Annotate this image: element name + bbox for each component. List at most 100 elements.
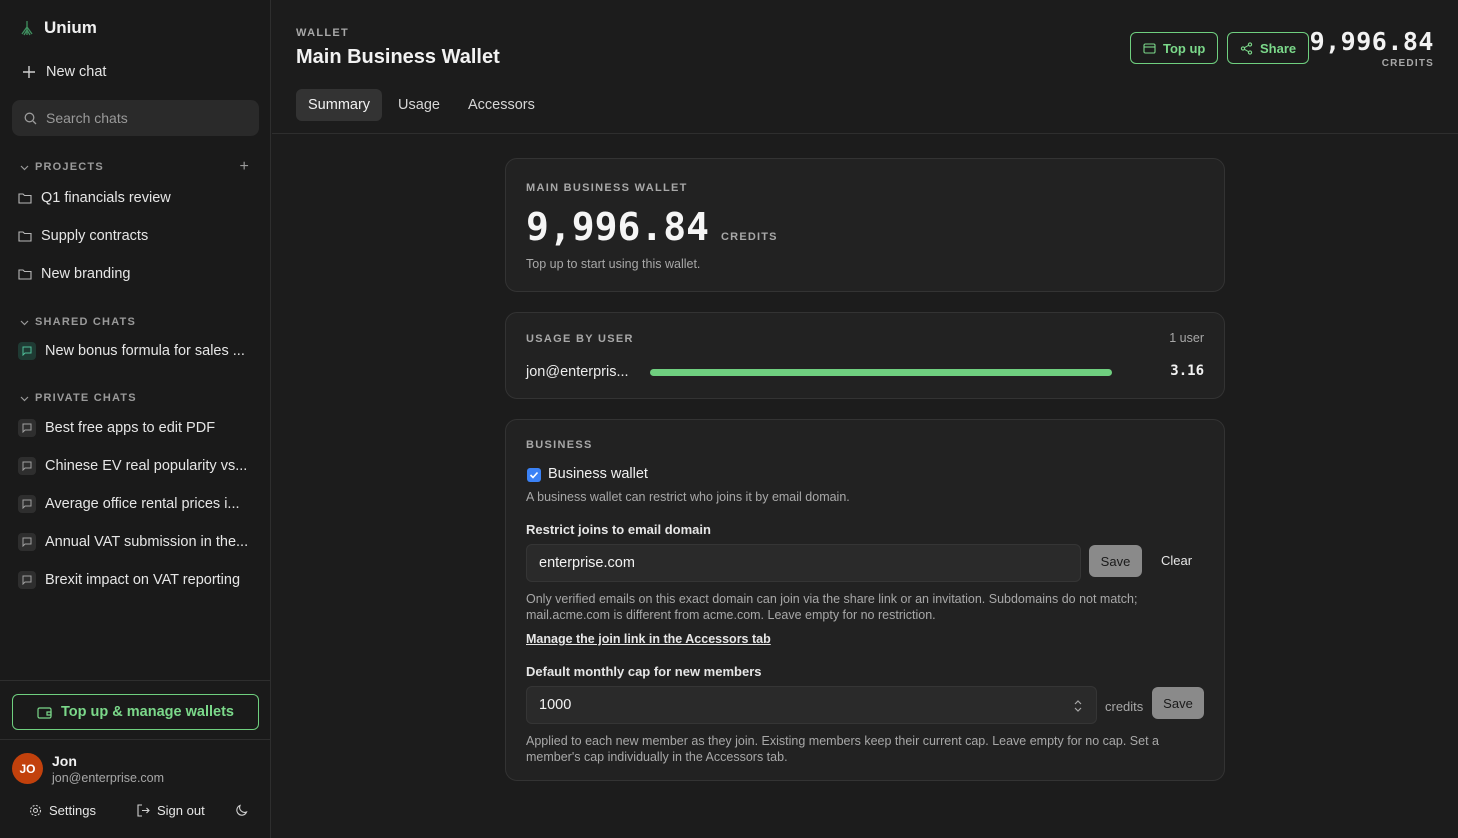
- domain-save-button[interactable]: Save: [1089, 545, 1142, 577]
- tab-usage[interactable]: Usage: [386, 89, 452, 121]
- private-chats-heading[interactable]: PRIVATE CHATS: [20, 392, 250, 404]
- share-icon: [1240, 41, 1253, 55]
- tab-bar: Summary Usage Accessors: [296, 89, 547, 121]
- theme-toggle-button[interactable]: [235, 803, 249, 817]
- wallet-icon: [1143, 42, 1156, 54]
- new-chat-button[interactable]: New chat: [22, 64, 106, 80]
- project-item[interactable]: Q1 financials review: [18, 190, 258, 206]
- balance-value: 9,996.84: [526, 205, 710, 249]
- domain-clear-button[interactable]: Clear: [1161, 553, 1192, 568]
- business-wallet-checkbox[interactable]: [527, 468, 541, 482]
- projects-heading-label: PROJECTS: [35, 161, 104, 173]
- unium-logo-icon: [21, 21, 33, 36]
- chat-bubble-icon: [18, 533, 36, 551]
- moon-icon: [236, 804, 248, 816]
- usage-user-count: 1 user: [1169, 331, 1204, 345]
- private-chat-item[interactable]: Best free apps to edit PDF: [18, 419, 258, 437]
- project-item[interactable]: Supply contracts: [18, 228, 258, 244]
- usage-bar: [650, 369, 1112, 376]
- chevron-down-icon: [20, 320, 29, 325]
- brand-name: Unium: [44, 18, 97, 37]
- settings-label: Settings: [49, 803, 96, 818]
- private-chat-item[interactable]: Average office rental prices i...: [18, 495, 258, 513]
- private-chat-item[interactable]: Brexit impact on VAT reporting: [18, 571, 258, 589]
- cap-input[interactable]: 1000: [526, 686, 1097, 724]
- private-chat-label: Annual VAT submission in the...: [45, 534, 249, 550]
- topup-manage-wallets-button[interactable]: Top up & manage wallets: [12, 694, 259, 730]
- stepper-icon[interactable]: [1074, 699, 1082, 713]
- private-chat-label: Best free apps to edit PDF: [45, 420, 216, 436]
- cap-save-button[interactable]: Save: [1152, 687, 1204, 719]
- brand[interactable]: Unium: [18, 18, 97, 38]
- usage-card-label: USAGE BY USER: [526, 333, 634, 345]
- shared-chat-item[interactable]: New bonus formula for sales ...: [18, 342, 258, 360]
- usage-bar-fill: [650, 369, 1112, 376]
- balance-card: MAIN BUSINESS WALLET 9,996.84 CREDITS To…: [505, 158, 1225, 292]
- divider: [272, 133, 1458, 134]
- project-label: Supply contracts: [41, 228, 149, 244]
- balance-display: 9,996.84 CREDITS: [526, 205, 778, 249]
- private-chat-label: Average office rental prices i...: [45, 496, 240, 512]
- wallet-icon: [37, 706, 52, 719]
- manage-join-link[interactable]: Manage the join link in the Accessors ta…: [526, 632, 771, 646]
- folder-icon: [18, 193, 32, 204]
- header-credits-value: 9,996.84: [1309, 27, 1434, 56]
- business-card: BUSINESS Business wallet A business wall…: [505, 419, 1225, 781]
- balance-unit: CREDITS: [721, 231, 778, 243]
- balance-card-label: MAIN BUSINESS WALLET: [526, 182, 688, 194]
- project-label: New branding: [41, 266, 131, 282]
- shared-chat-label: New bonus formula for sales ...: [45, 343, 245, 359]
- divider: [0, 680, 271, 681]
- header-credits: 9,996.84 CREDITS: [1310, 27, 1434, 69]
- topup-label: Top up: [1163, 40, 1206, 56]
- chat-bubble-icon: [18, 419, 36, 437]
- add-project-icon[interactable]: +: [239, 158, 250, 176]
- sidebar: Unium New chat Search chats PROJECTS + Q…: [0, 0, 271, 838]
- chevron-down-icon: [20, 396, 29, 401]
- tab-accessors[interactable]: Accessors: [456, 89, 547, 121]
- chat-bubble-icon: [18, 342, 36, 360]
- topup-manage-label: Top up & manage wallets: [61, 704, 234, 720]
- shared-chats-heading[interactable]: SHARED CHATS: [20, 316, 250, 328]
- sign-out-icon: [137, 804, 150, 817]
- sign-out-button[interactable]: Sign out: [137, 803, 205, 818]
- page-title: Main Business Wallet: [296, 46, 500, 68]
- user-email: jon@enterprise.com: [52, 771, 165, 785]
- tab-summary[interactable]: Summary: [296, 89, 383, 121]
- sign-out-label: Sign out: [157, 803, 205, 818]
- domain-help: Only verified emails on this exact domai…: [526, 592, 1138, 622]
- private-chat-label: Brexit impact on VAT reporting: [45, 572, 241, 588]
- share-label: Share: [1260, 40, 1297, 56]
- projects-heading[interactable]: PROJECTS +: [20, 158, 250, 176]
- usage-user-value: 3.16: [1170, 363, 1204, 379]
- private-chat-item[interactable]: Chinese EV real popularity vs...: [18, 457, 258, 475]
- search-input[interactable]: Search chats: [12, 100, 259, 136]
- domain-input[interactable]: enterprise.com: [526, 544, 1081, 582]
- settings-button[interactable]: Settings: [29, 803, 96, 818]
- project-item[interactable]: New branding: [18, 266, 258, 282]
- private-chat-label: Chinese EV real popularity vs...: [45, 458, 248, 474]
- search-placeholder: Search chats: [46, 110, 128, 126]
- folder-icon: [18, 231, 32, 242]
- cap-field-label: Default monthly cap for new members: [526, 664, 762, 679]
- usage-card: USAGE BY USER 1 user jon@enterpris... 3.…: [505, 312, 1225, 399]
- avatar[interactable]: JO: [12, 753, 43, 784]
- shared-heading-label: SHARED CHATS: [35, 316, 136, 328]
- gear-icon: [29, 804, 42, 817]
- private-heading-label: PRIVATE CHATS: [35, 392, 137, 404]
- chat-bubble-icon: [18, 571, 36, 589]
- chat-bubble-icon: [18, 495, 36, 513]
- header-credits-unit: CREDITS: [1381, 58, 1434, 69]
- divider: [0, 739, 271, 740]
- share-button[interactable]: Share: [1227, 32, 1310, 64]
- new-chat-label: New chat: [46, 64, 107, 80]
- topup-button[interactable]: Top up: [1130, 32, 1219, 64]
- page-eyebrow: WALLET: [296, 27, 350, 39]
- business-wallet-label[interactable]: Business wallet: [548, 466, 648, 482]
- chat-bubble-icon: [18, 457, 36, 475]
- usage-user-email: jon@enterpris...: [526, 364, 629, 380]
- check-icon: [529, 471, 539, 479]
- search-icon: [24, 112, 37, 124]
- private-chat-item[interactable]: Annual VAT submission in the...: [18, 533, 258, 551]
- user-name: Jon: [52, 753, 77, 769]
